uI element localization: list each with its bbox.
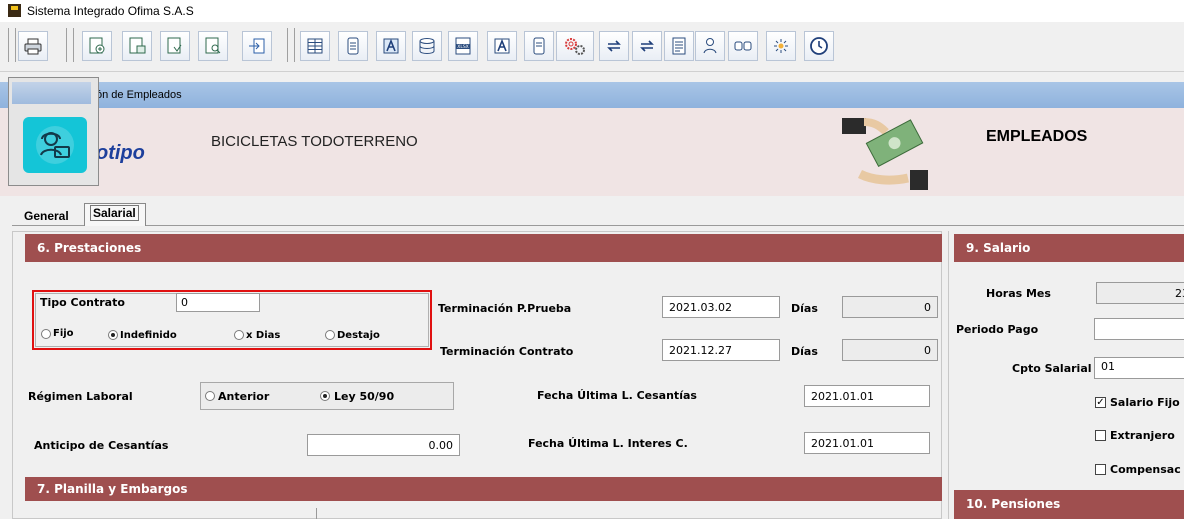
- cpto-salarial-input[interactable]: 01: [1094, 357, 1184, 379]
- terminacion-contrato-input[interactable]: 2021.12.27: [662, 339, 780, 361]
- horas-mes-input[interactable]: 23: [1096, 282, 1184, 304]
- intereses-label: Fecha Última L. Interes C.: [528, 437, 688, 450]
- cesantias-input[interactable]: 2021.01.01: [804, 385, 930, 407]
- toolbar-separator: [287, 28, 295, 62]
- xlsx-export-icon[interactable]: XLSX: [448, 31, 478, 61]
- dias-contrato-input[interactable]: 0: [842, 339, 938, 361]
- tab-general[interactable]: General: [24, 209, 69, 223]
- popup-title-bar: [12, 82, 91, 104]
- horas-mes-label: Horas Mes: [986, 287, 1051, 300]
- tabs-divider: [12, 225, 1184, 226]
- printer-icon[interactable]: [18, 31, 48, 61]
- binoculars-icon[interactable]: [728, 31, 758, 61]
- extranjero-checkbox[interactable]: [1095, 430, 1106, 441]
- radio-destajo-label: Destajo: [337, 330, 380, 341]
- terminacion-prueba-label: Terminación P.Prueba: [438, 302, 572, 315]
- anticipo-input[interactable]: 0.00: [307, 434, 460, 456]
- swap-arrows-2-icon[interactable]: [632, 31, 662, 61]
- money-hands-icon: [840, 112, 930, 192]
- radio-x-dias[interactable]: [234, 330, 244, 340]
- terminacion-prueba-input[interactable]: 2021.03.02: [662, 296, 780, 318]
- clock-icon[interactable]: [804, 31, 834, 61]
- salario-header: 9. Salario: [954, 234, 1184, 262]
- salario-fijo-checkbox[interactable]: ✓: [1095, 397, 1106, 408]
- compensacion-checkbox[interactable]: [1095, 464, 1106, 475]
- sun-icon[interactable]: [766, 31, 796, 61]
- window-title: ón de Empleados: [96, 89, 182, 101]
- edit-record-icon[interactable]: [122, 31, 152, 61]
- company-logo-text: otipo: [96, 142, 145, 164]
- person-icon[interactable]: [695, 31, 725, 61]
- radio-ley-50-90-label: Ley 50/90: [334, 390, 395, 403]
- database-icon[interactable]: [412, 31, 442, 61]
- company-name: BICICLETAS TODOTERRENO: [211, 133, 418, 150]
- radio-x-dias-label: x Dias: [246, 330, 281, 341]
- periodo-pago-input[interactable]: [1094, 318, 1184, 340]
- preview-record-icon[interactable]: [198, 31, 228, 61]
- prestaciones-panel: [12, 231, 942, 519]
- regimen-laboral-label: Régimen Laboral: [28, 390, 133, 403]
- support-agent-icon[interactable]: [23, 117, 87, 173]
- tipo-contrato-label: Tipo Contrato: [40, 296, 125, 309]
- app-title: Sistema Integrado Ofima S.A.S: [27, 4, 194, 18]
- compensacion-label: Compensac: [1110, 463, 1181, 476]
- document-icon[interactable]: [338, 31, 368, 61]
- planilla-header: 7. Planilla y Embargos: [25, 477, 942, 501]
- intereses-input[interactable]: 2021.01.01: [804, 432, 930, 454]
- text-a-icon[interactable]: [376, 31, 406, 61]
- cpto-salarial-label: Cpto Salarial: [1012, 362, 1092, 375]
- cesantias-label: Fecha Última L. Cesantías: [537, 389, 697, 402]
- dias-prueba-input[interactable]: 0: [842, 296, 938, 318]
- dias-prueba-label: Días: [791, 302, 818, 315]
- radio-destajo[interactable]: [325, 330, 335, 340]
- form-icon[interactable]: [664, 31, 694, 61]
- grid-icon[interactable]: [300, 31, 330, 61]
- section-title: EMPLEADOS: [986, 128, 1088, 145]
- radio-indefinido-label: Indefinido: [120, 330, 177, 341]
- anticipo-label: Anticipo de Cesantías: [34, 439, 169, 452]
- toolbar-separator: [66, 28, 74, 62]
- swap-arrows-icon[interactable]: [599, 31, 629, 61]
- new-record-icon[interactable]: [82, 31, 112, 61]
- document-2-icon[interactable]: [524, 31, 554, 61]
- settings-gears-icon[interactable]: [556, 31, 594, 61]
- tipo-contrato-input[interactable]: 0: [176, 293, 260, 312]
- prestaciones-header: 6. Prestaciones: [25, 234, 942, 262]
- radio-ley-50-90[interactable]: [320, 391, 330, 401]
- salario-fijo-label: Salario Fijo: [1110, 396, 1180, 409]
- radio-indefinido[interactable]: [108, 330, 118, 340]
- radio-fijo[interactable]: [41, 329, 51, 339]
- pensiones-header: 10. Pensiones: [954, 490, 1184, 519]
- exit-icon[interactable]: [242, 31, 272, 61]
- toolbar-separator: [8, 28, 16, 62]
- radio-fijo-label: Fijo: [53, 328, 74, 339]
- save-record-icon[interactable]: [160, 31, 190, 61]
- radio-anterior-label: Anterior: [218, 390, 270, 403]
- xlsx-label: XLSX: [457, 44, 469, 50]
- tab-salarial[interactable]: Salarial: [84, 203, 146, 226]
- tab-salarial-label: Salarial: [90, 205, 139, 221]
- dias-contrato-label: Días: [791, 345, 818, 358]
- planilla-divider: [316, 508, 317, 519]
- radio-anterior[interactable]: [205, 391, 215, 401]
- extranjero-label: Extranjero: [1110, 429, 1175, 442]
- banner: [0, 108, 1184, 196]
- app-icon: [8, 4, 21, 17]
- periodo-pago-label: Periodo Pago: [956, 323, 1039, 336]
- text-a-outline-icon[interactable]: [487, 31, 517, 61]
- terminacion-contrato-label: Terminación Contrato: [440, 345, 574, 358]
